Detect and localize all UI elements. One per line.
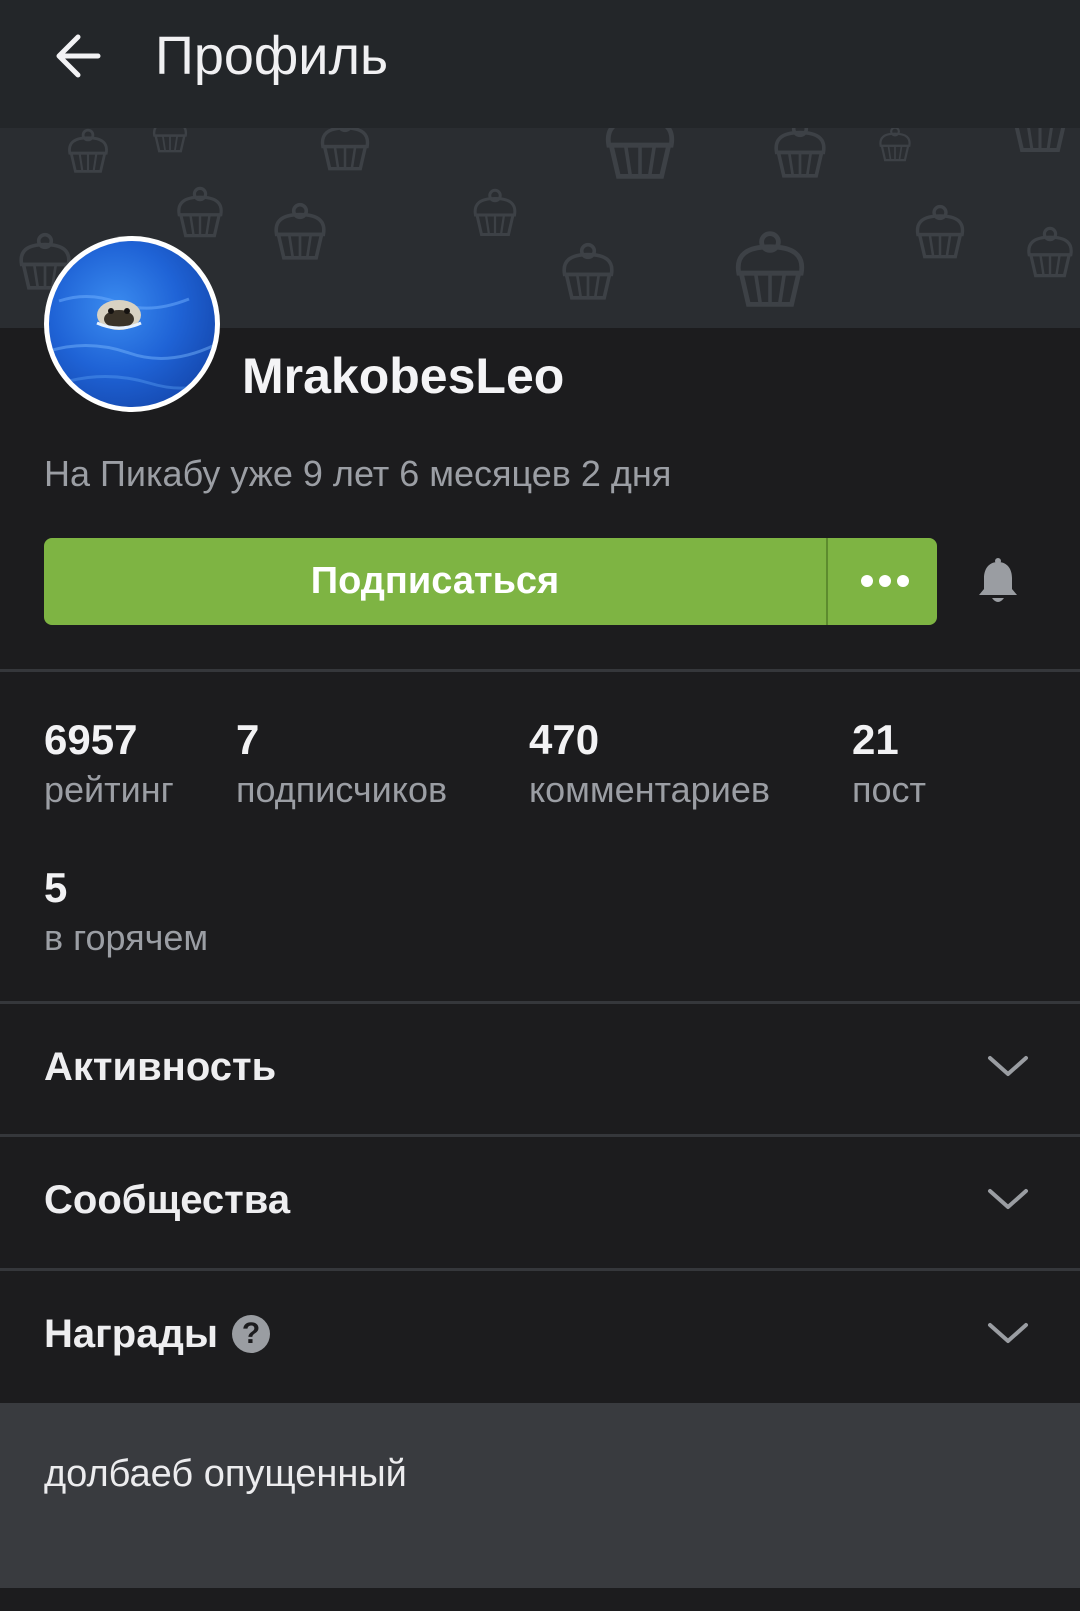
bell-icon [979, 558, 1017, 602]
stat-value: 21 [852, 716, 899, 763]
divider [0, 669, 1080, 672]
arrow-left-icon [56, 34, 101, 78]
section-activity[interactable]: Активность [0, 1004, 1080, 1134]
stat-value: 7 [236, 716, 260, 763]
section-awards[interactable]: Награды? [0, 1271, 1080, 1401]
page-title: Профиль [155, 26, 389, 86]
top-app-bar: Профиль [0, 0, 1080, 128]
note-text: долбаеб опущенный [44, 1453, 407, 1495]
stat-label: в горячем [44, 917, 209, 958]
bottom-strip [0, 1588, 1080, 1611]
stat-subscribers[interactable]: 7 подписчиков [236, 714, 447, 814]
subscribe-button-group: Подписаться [44, 538, 937, 625]
section-label: Активность [44, 1045, 277, 1089]
stat-label: комментариев [529, 769, 770, 810]
back-button[interactable] [50, 28, 106, 84]
stat-value: 470 [529, 716, 600, 763]
section-communities[interactable]: Сообщества [0, 1137, 1080, 1267]
notification-bell-button[interactable] [972, 556, 1024, 608]
more-dots-icon [897, 575, 909, 587]
stat-label: рейтинг [44, 769, 174, 810]
stat-posts[interactable]: 21 пост [852, 714, 926, 814]
section-label: Награды? [44, 1306, 271, 1362]
chevron-down-icon [988, 1189, 1028, 1209]
help-icon[interactable]: ? [232, 1315, 271, 1354]
stat-label: пост [852, 769, 927, 810]
stat-hot[interactable]: 5 в горячем [44, 862, 208, 962]
stat-label: подписчиков [236, 769, 448, 810]
awards-label: Награды [44, 1312, 219, 1356]
member-since: На Пикабу уже 9 лет 6 месяцев 2 дня [44, 453, 672, 494]
avatar[interactable] [44, 236, 220, 412]
chevron-down-icon [988, 1323, 1028, 1343]
more-dots-icon [861, 575, 873, 587]
stat-comments[interactable]: 470 комментариев [529, 714, 770, 814]
more-dots-icon [879, 575, 891, 587]
stat-value: 5 [44, 864, 68, 911]
section-label: Сообщества [44, 1178, 291, 1222]
avatar-image [49, 241, 215, 407]
profile-note: долбаеб опущенный [0, 1403, 1080, 1588]
chevron-down-icon [988, 1056, 1028, 1076]
subscribe-button[interactable]: Подписаться [44, 538, 826, 625]
stat-rating: 6957 рейтинг [44, 714, 174, 814]
username: MrakobesLeo [242, 348, 565, 404]
stat-value: 6957 [44, 716, 138, 763]
more-options-button[interactable] [828, 538, 937, 625]
